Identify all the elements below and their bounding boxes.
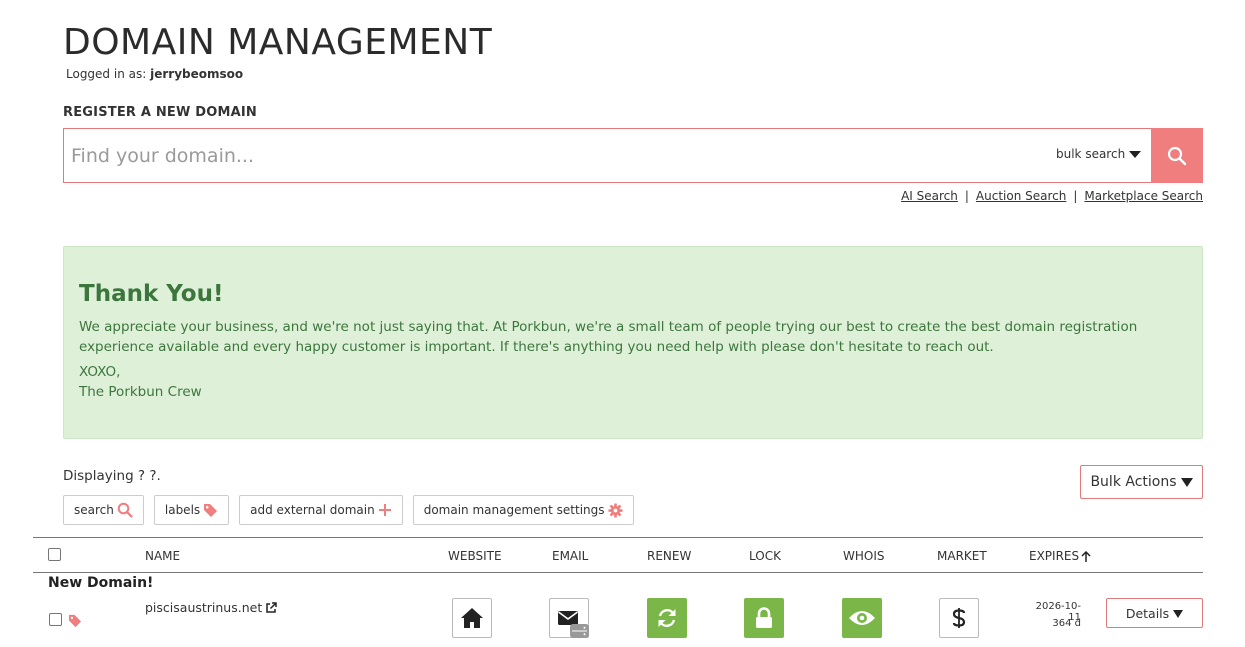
bulk-search-dropdown[interactable]: bulk search [1056,147,1142,161]
ai-search-link[interactable]: AI Search [901,189,958,203]
lock-icon [756,607,772,628]
link-separator: | [1073,189,1078,203]
whois-privacy-toggle[interactable] [842,598,882,638]
days-remaining: 364 d [1052,618,1081,629]
details-label: Details [1125,605,1170,621]
thank-you-panel: Thank You! We appreciate your business, … [63,246,1203,439]
table-top-border [33,537,1203,538]
column-header-expires-label: EXPIRES [1029,549,1080,563]
select-all-checkbox[interactable] [48,548,61,561]
caret-down-icon [1173,609,1184,618]
displaying-count: Displaying ? ?. [63,468,161,484]
dollar-icon [952,608,966,628]
add-external-domain-button[interactable]: add external domain [239,495,403,525]
username: jerrybeomsoo [150,67,244,81]
caret-down-icon [1180,478,1193,487]
domain-name-text: piscisaustrinus.net [145,600,263,615]
group-label: New Domain! [48,575,154,591]
logged-in-status: Logged in as: jerrybeomsoo [66,67,243,81]
search-icon [1167,146,1187,165]
column-header-expires[interactable]: EXPIRES [1029,549,1091,563]
search-submit-button[interactable] [1151,128,1203,183]
domain-management-settings-label: domain management settings [423,503,605,517]
marketplace-search-link[interactable]: Marketplace Search [1084,189,1203,203]
gear-icon [607,502,623,518]
eye-icon [849,611,875,625]
domain-link[interactable]: piscisaustrinus.net [145,600,277,615]
plus-icon [378,504,391,516]
thank-you-title: Thank You! [79,281,224,307]
domain-search-input[interactable] [64,129,1034,182]
column-header-market: MARKET [937,549,987,563]
search-links: AI Search | Auction Search | Marketplace… [901,189,1203,203]
tag-icon [204,503,218,517]
auction-search-link[interactable]: Auction Search [976,189,1066,203]
bulk-actions-label: Bulk Actions [1090,474,1177,490]
external-link-icon [266,601,277,613]
register-heading: REGISTER A NEW DOMAIN [63,105,258,120]
listing-toolbar: search labels add external domain domain… [63,495,634,525]
domain-search-bar: bulk search [63,128,1203,183]
link-separator: | [964,189,969,203]
bulk-search-label: bulk search [1056,147,1126,161]
thank-you-signoff-1: XOXO, [79,364,121,380]
thank-you-message: We appreciate your business, and we're n… [79,319,1138,355]
row-select-checkbox[interactable] [49,613,62,626]
search-filter-label: search [74,503,114,517]
logged-in-label: Logged in as: [66,67,147,81]
labels-button[interactable]: labels [153,495,230,525]
labels-label: labels [164,503,201,517]
arrow-up-icon [1081,550,1091,562]
auto-renew-toggle[interactable] [647,598,687,638]
column-header-website: WEBSITE [448,549,502,563]
caret-down-icon [1129,150,1142,158]
column-header-lock: LOCK [749,549,781,563]
thank-you-signoff-2: The Porkbun Crew [79,384,202,400]
refresh-icon [658,609,676,627]
bulk-actions-button[interactable]: Bulk Actions [1080,465,1203,499]
server-icon [570,624,589,638]
domain-management-settings-button[interactable]: domain management settings [412,495,634,525]
home-icon [461,608,483,628]
column-header-name[interactable]: NAME [145,549,180,563]
details-button[interactable]: Details [1106,598,1203,628]
market-button[interactable] [939,598,979,638]
column-header-renew: RENEW [647,549,692,563]
website-button[interactable] [452,598,492,638]
search-filter-button[interactable]: search [63,495,144,525]
table-header-border [33,572,1203,573]
domain-lock-toggle[interactable] [744,598,784,638]
page-title: DOMAIN MANAGEMENT [63,22,493,63]
column-header-email: EMAIL [552,549,589,563]
search-icon [117,502,133,518]
tag-icon[interactable] [68,614,82,628]
column-header-whois: WHOIS [843,549,885,563]
email-button[interactable] [549,598,589,638]
add-external-domain-label: add external domain [250,503,375,517]
